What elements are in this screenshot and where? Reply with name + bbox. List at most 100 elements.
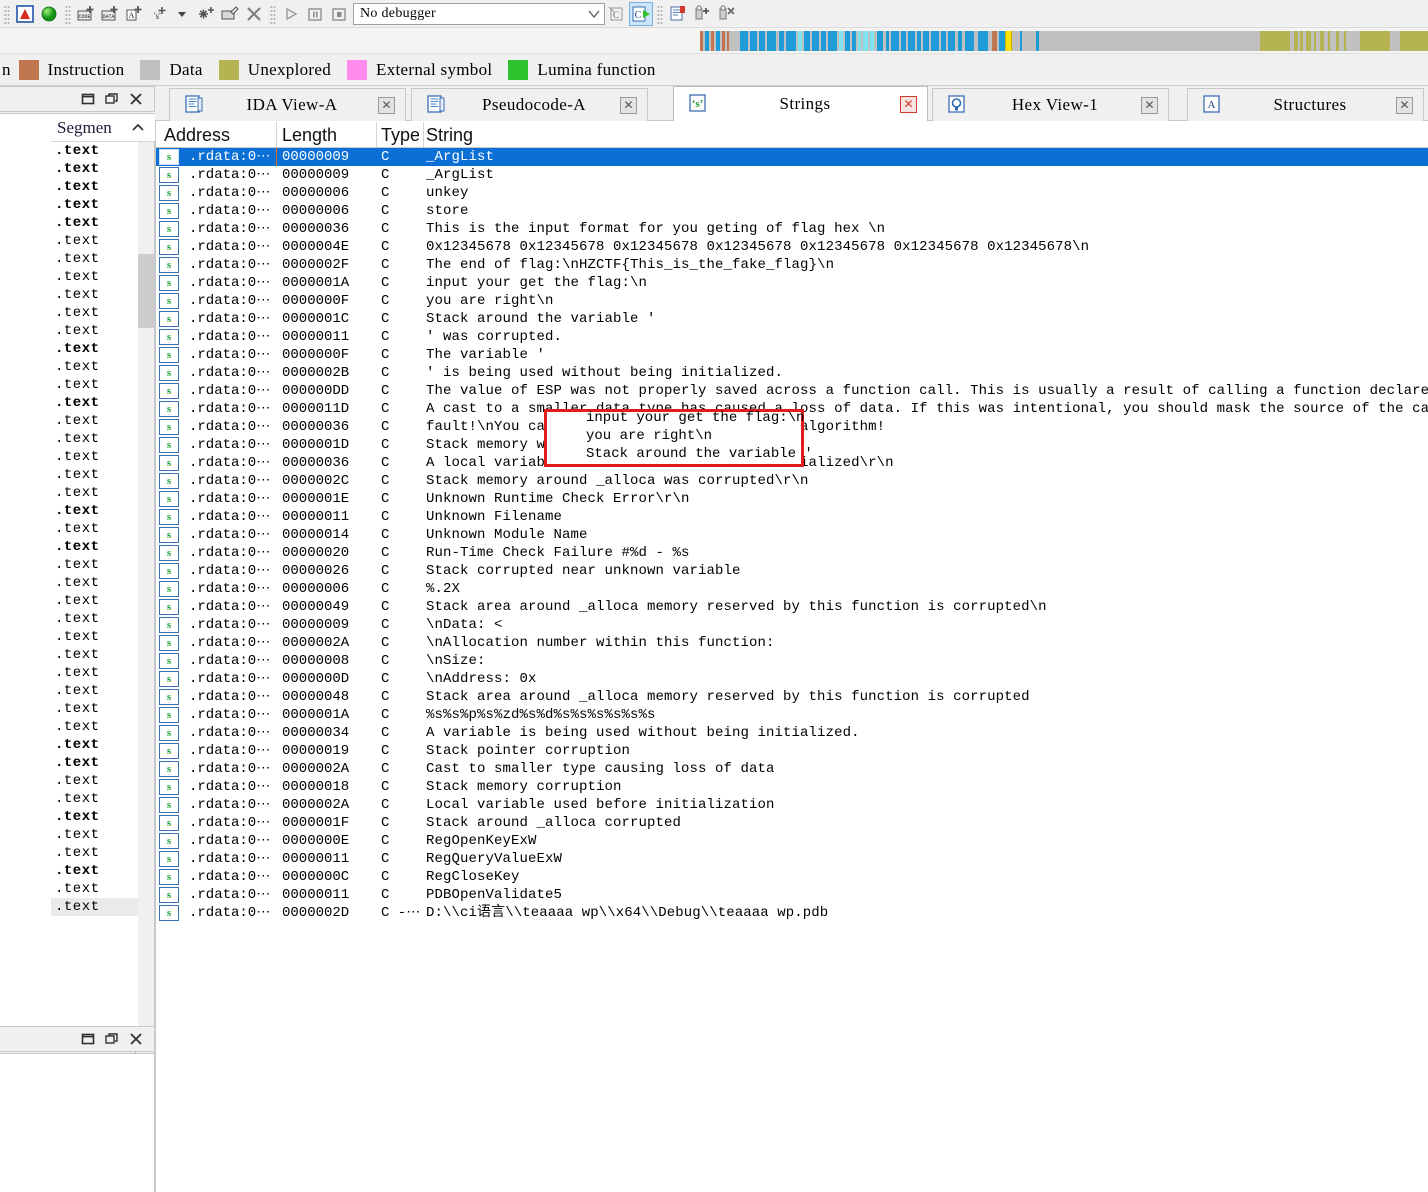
segment-list-item[interactable]: .text: [51, 556, 139, 574]
table-row[interactable]: s .rdata:0⋯ 0000001C C Stack around the vari…: [156, 310, 1428, 328]
table-row[interactable]: s .rdata:0⋯ 00000034 C A variable is being u…: [156, 724, 1428, 742]
segment-list-item[interactable]: .text: [51, 880, 139, 898]
run-icon[interactable]: [279, 2, 303, 26]
table-row[interactable]: s .rdata:0⋯ 000000DD C The value of ESP was …: [156, 382, 1428, 400]
tab-structures[interactable]: A Structures ✕: [1187, 88, 1424, 121]
segment-list-item[interactable]: .text: [51, 538, 139, 556]
table-row[interactable]: s .rdata:0⋯ 00000006 Cstore: [156, 202, 1428, 220]
tab-close-icon[interactable]: ✕: [620, 96, 637, 114]
table-row[interactable]: s .rdata:0⋯ 0000001A C %s%s%p%s%zd%s%d%s%s%s…: [156, 706, 1428, 724]
segment-list-item[interactable]: .text: [51, 448, 139, 466]
delete-icon[interactable]: [242, 2, 266, 26]
decompile-icon[interactable]: C: [605, 2, 629, 26]
chevron-up-icon[interactable]: [131, 123, 145, 133]
segment-list-item[interactable]: .text: [51, 502, 139, 520]
segment-list-item[interactable]: .text: [51, 700, 139, 718]
segment-list-item[interactable]: .text: [51, 214, 139, 232]
toolbar-grip-3[interactable]: [269, 3, 276, 24]
toolbar-grip-2[interactable]: [64, 3, 71, 24]
segment-list-item[interactable]: .text: [51, 592, 139, 610]
strings-rows[interactable]: s .rdata:0⋯ 00000009 C _ArgList s .rdata:0⋯ 000…: [156, 148, 1428, 922]
table-row[interactable]: s .rdata:0⋯ 0000002C C Stack memory around _…: [156, 472, 1428, 490]
table-row[interactable]: s .rdata:0⋯ 00000036 C This is the input for…: [156, 220, 1428, 238]
segment-list-item[interactable]: .text: [51, 304, 139, 322]
tab-strings[interactable]: ‘s’ Strings ✕: [673, 86, 928, 121]
restore-icon[interactable]: [76, 88, 100, 110]
table-row[interactable]: s .rdata:0⋯ 00000048 C Stack area around _al…: [156, 688, 1428, 706]
segment-list-item[interactable]: .text: [51, 682, 139, 700]
decompile-all-icon[interactable]: C: [629, 1, 653, 26]
segment-list-item[interactable]: .text: [51, 376, 139, 394]
make-struct-icon[interactable]: 's': [146, 2, 170, 26]
debugger-selector[interactable]: No debugger: [353, 2, 605, 25]
tab-pseudocode-a[interactable]: Pseudocode-A ✕: [411, 88, 648, 121]
segment-list-item[interactable]: .text: [51, 520, 139, 538]
tab-close-icon[interactable]: ✕: [900, 95, 917, 113]
segment-list-item[interactable]: .text: [51, 574, 139, 592]
navigation-band[interactable]: [0, 28, 1428, 54]
navigation-strip[interactable]: [700, 31, 1428, 51]
segments-vertical-scrollbar[interactable]: [138, 142, 154, 1044]
column-divider[interactable]: [376, 122, 377, 147]
pause-icon[interactable]: [303, 2, 327, 26]
segment-list-item[interactable]: .text: [51, 340, 139, 358]
segment-list-item[interactable]: .text: [51, 646, 139, 664]
strings-column-header-type[interactable]: Type: [381, 123, 419, 147]
column-divider[interactable]: [423, 122, 424, 147]
scrollbar-thumb[interactable]: [138, 254, 154, 328]
add-breakpoint-icon[interactable]: [690, 2, 714, 26]
strings-column-header-string[interactable]: String: [426, 123, 1026, 147]
table-row[interactable]: s .rdata:0⋯ 00000026 C Stack corrupted near …: [156, 562, 1428, 580]
segment-list-item[interactable]: .text: [51, 142, 139, 160]
close-icon[interactable]: [124, 88, 148, 110]
segment-list-item[interactable]: .text: [51, 250, 139, 268]
table-row[interactable]: s .rdata:0⋯ 00000020 C Run-Time Check Failur…: [156, 544, 1428, 562]
segment-list-item[interactable]: .text: [51, 484, 139, 502]
strings-column-header-address[interactable]: Address: [164, 123, 274, 147]
segment-list-item[interactable]: .text: [51, 358, 139, 376]
restore-icon[interactable]: [76, 1028, 100, 1050]
tab-hex-view-1[interactable]: Hex View-1 ✕: [932, 88, 1169, 121]
segment-list-item[interactable]: .text: [51, 826, 139, 844]
table-row[interactable]: s .rdata:0⋯ 0000004E C 0x12345678 0x12345678…: [156, 238, 1428, 256]
segments-list[interactable]: .text .text .text .text .text .text .text .text…: [51, 142, 139, 1037]
segment-list-item[interactable]: .text: [51, 412, 139, 430]
segment-list-item[interactable]: .text: [51, 790, 139, 808]
segment-list-item[interactable]: .text: [51, 322, 139, 340]
tab-close-icon[interactable]: ✕: [1396, 96, 1413, 114]
close-icon[interactable]: [124, 1028, 148, 1050]
table-row[interactable]: s .rdata:0⋯ 00000019 C Stack pointer corrupt…: [156, 742, 1428, 760]
table-row[interactable]: s .rdata:0⋯ 0000001E C Unknown Runtime Check…: [156, 490, 1428, 508]
table-row[interactable]: s .rdata:0⋯ 0000002A C \nAllocation number w…: [156, 634, 1428, 652]
segment-list-item[interactable]: .text: [51, 844, 139, 862]
table-row[interactable]: s .rdata:0⋯ 0000002F C The end of flag:\nHZC…: [156, 256, 1428, 274]
table-row[interactable]: s .rdata:0⋯ 00000011 C ' was corrupted.: [156, 328, 1428, 346]
segment-list-item[interactable]: .text: [51, 160, 139, 178]
table-row[interactable]: s .rdata:0⋯ 00000006 Cunkey: [156, 184, 1428, 202]
table-row[interactable]: s .rdata:0⋯ 00000049 C Stack area around _al…: [156, 598, 1428, 616]
table-row[interactable]: s .rdata:0⋯ 0000002A C Local variable used b…: [156, 796, 1428, 814]
table-row[interactable]: s .rdata:0⋯ 0000000F Cyou are right\n: [156, 292, 1428, 310]
edit-function-icon[interactable]: [218, 2, 242, 26]
strings-column-header-length[interactable]: Length: [282, 123, 374, 147]
stop-icon[interactable]: [327, 2, 351, 26]
table-row[interactable]: s .rdata:0⋯ 00000011 C RegQueryValueExW: [156, 850, 1428, 868]
segment-list-item[interactable]: .text: [51, 736, 139, 754]
segment-list-item[interactable]: .text: [51, 268, 139, 286]
tab-close-icon[interactable]: ✕: [378, 96, 395, 114]
table-row[interactable]: s .rdata:0⋯ 0000000E C RegOpenKeyExW: [156, 832, 1428, 850]
segment-list-item[interactable]: .text: [51, 178, 139, 196]
table-row[interactable]: s .rdata:0⋯ 00000018 C Stack memory corrupti…: [156, 778, 1428, 796]
segment-list-item[interactable]: .text: [51, 862, 139, 880]
table-row[interactable]: s .rdata:0⋯ 00000009 C \nData: <: [156, 616, 1428, 634]
toolbar-grip-4[interactable]: [656, 3, 663, 24]
segment-list-item[interactable]: .text: [51, 772, 139, 790]
segment-list-item[interactable]: .text: [51, 286, 139, 304]
table-row[interactable]: s .rdata:0⋯ 0000002A C Cast to smaller type …: [156, 760, 1428, 778]
segment-list-item[interactable]: .text: [51, 394, 139, 412]
ida-logo-icon[interactable]: [13, 2, 37, 26]
table-row[interactable]: s .rdata:0⋯ 00000009 C _ArgList: [156, 148, 1428, 166]
green-sphere-icon[interactable]: [37, 2, 61, 26]
table-row[interactable]: s .rdata:0⋯ 00000009 C _ArgList: [156, 166, 1428, 184]
make-ascii-icon[interactable]: A: [122, 2, 146, 26]
